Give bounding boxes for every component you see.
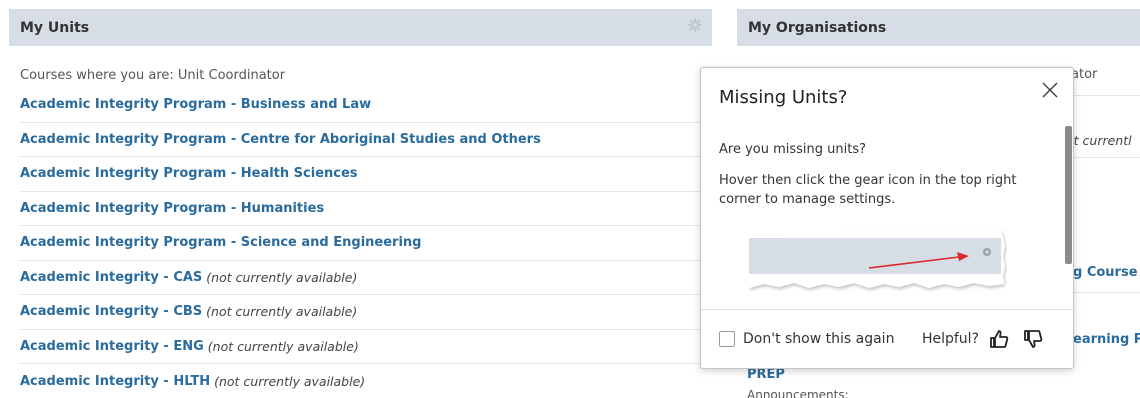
org-link-course-fragment[interactable]: g Course — [1073, 265, 1138, 280]
divider — [1072, 292, 1140, 293]
unit-link[interactable]: Academic Integrity - HLTH — [20, 374, 210, 389]
list-item: Academic Integrity Program - Humanities — [20, 192, 701, 226]
popover-text-instructions: Hover then click the gear icon in the to… — [719, 173, 1017, 207]
popover-body: Are you missing units? Hover then click … — [719, 140, 1049, 221]
unit-status: (not currently available) — [207, 338, 359, 354]
unit-list: Academic Integrity Program - Business an… — [20, 88, 701, 398]
list-item: Academic Integrity - CAS (not currently a… — [20, 261, 701, 295]
list-item: Academic Integrity - HLTH (not currently … — [20, 364, 701, 398]
my-organisations-header: My Organisations — [737, 9, 1140, 46]
unit-link[interactable]: Academic Integrity Program - Humanities — [20, 201, 324, 216]
unit-status: (not currently available) — [214, 373, 366, 389]
my-units-title: My Units — [20, 19, 90, 36]
unit-link[interactable]: Academic Integrity - CAS — [20, 270, 202, 285]
my-units-panel: My Units Courses where you are: Unit Coo… — [9, 9, 712, 398]
list-item: Academic Integrity Program - Centre for … — [20, 123, 701, 157]
my-organisations-panel: My Organisations — [737, 9, 1140, 46]
gear-icon[interactable] — [688, 18, 702, 32]
list-item: Academic Integrity - CBS (not currently a… — [20, 295, 701, 330]
unit-link[interactable]: Academic Integrity Program - Health Scie… — [20, 166, 358, 181]
popover-text-question: Are you missing units? — [719, 142, 867, 157]
my-units-header: My Units — [9, 9, 712, 46]
thumbs-up-icon[interactable] — [989, 329, 1009, 349]
unit-link[interactable]: Academic Integrity Program - Business an… — [20, 97, 371, 112]
list-item: Academic Integrity Program - Health Scie… — [20, 157, 701, 192]
divider — [1072, 95, 1140, 96]
popover-title: Missing Units? — [719, 87, 848, 108]
list-item: Academic Integrity - ENG (not currently a… — [20, 330, 701, 364]
org-announcements-label: Announcements: — [747, 388, 849, 398]
unit-link[interactable]: Academic Integrity - CBS — [20, 304, 202, 319]
helpful-label: Helpful? — [921, 331, 979, 347]
missing-units-popover: Missing Units? Are you missing units? Ho… — [700, 67, 1074, 369]
dont-show-checkbox[interactable] — [719, 331, 735, 347]
dont-show-label[interactable]: Don't show this again — [743, 331, 894, 347]
org-link-learning-fragment[interactable]: earning P — [1073, 332, 1140, 347]
org-status-fragment: ot currentl — [1066, 133, 1132, 148]
section-label: Courses where you are: Unit Coordinator — [20, 68, 286, 83]
my-organisations-title: My Organisations — [748, 19, 887, 36]
close-icon[interactable] — [1041, 81, 1059, 99]
popover-scrollbar[interactable] — [1065, 126, 1072, 264]
unit-link[interactable]: Academic Integrity Program - Centre for … — [20, 132, 541, 147]
divider — [1072, 157, 1140, 158]
unit-status: (not currently available) — [206, 304, 358, 320]
org-link-prep[interactable]: PREP — [747, 367, 785, 382]
unit-status: (not currently available) — [206, 269, 358, 285]
list-item: Academic Integrity Program - Business an… — [20, 88, 701, 123]
popover-footer: Don't show this again Helpful? — [701, 309, 1073, 368]
thumbs-down-icon[interactable] — [1023, 329, 1043, 349]
unit-link[interactable]: Academic Integrity - ENG — [20, 339, 204, 354]
unit-link[interactable]: Academic Integrity Program - Science and… — [20, 235, 421, 250]
list-item: Academic Integrity Program - Science and… — [20, 226, 701, 261]
gear-location-illustration — [749, 230, 1005, 288]
org-section-label-fragment: ator — [1071, 67, 1098, 82]
